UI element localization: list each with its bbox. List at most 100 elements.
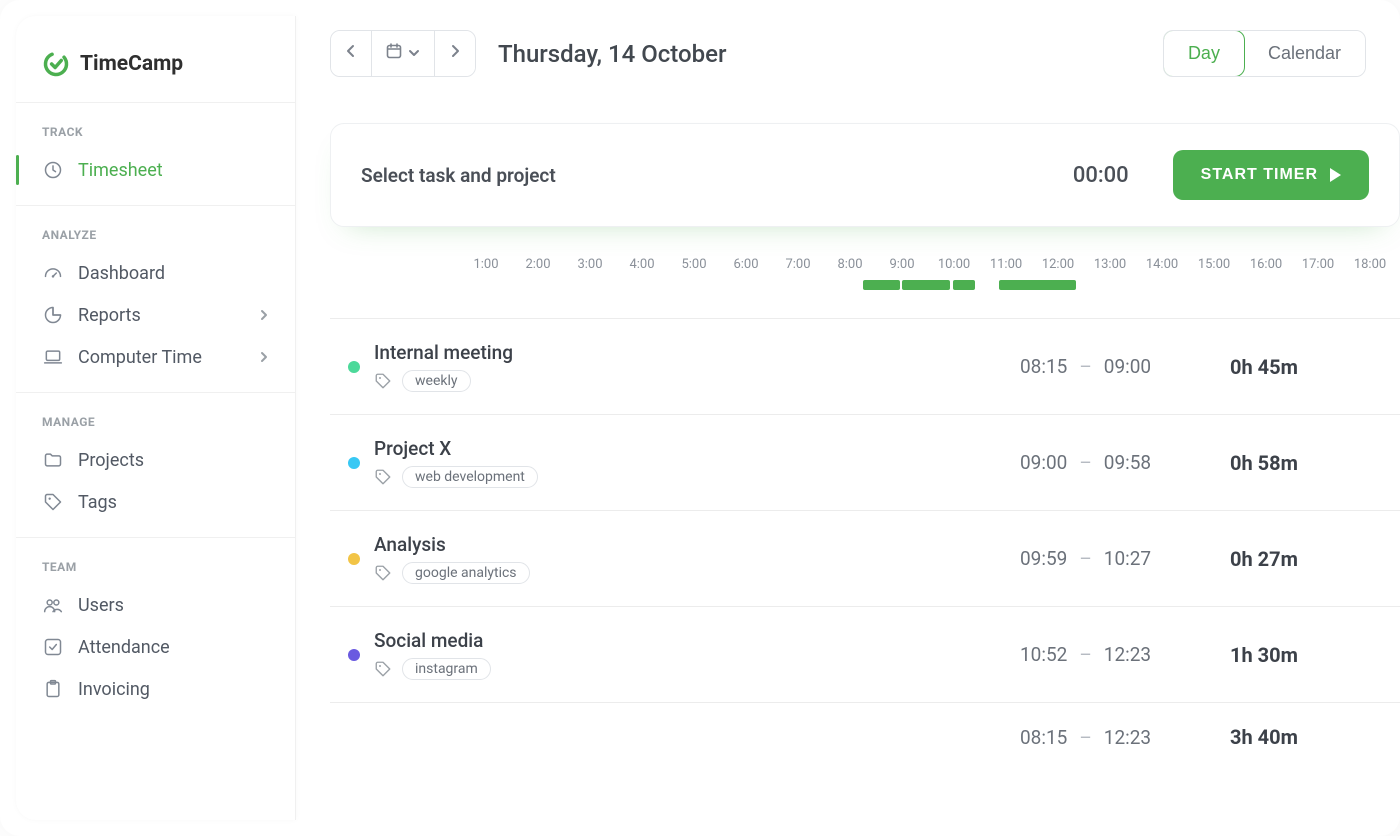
logo[interactable]: TimeCamp xyxy=(42,50,269,78)
entry-main: Social mediainstagram xyxy=(374,629,1020,680)
sidebar: TimeCamp TRACK Timesheet ANALYZE Dashboard R… xyxy=(16,16,296,820)
total-end: 12:23 xyxy=(1104,726,1151,749)
entry-main: Internal meetingweekly xyxy=(374,341,1020,392)
sidebar-item-computer-time[interactable]: Computer Time xyxy=(16,336,295,378)
time-entry-row[interactable]: Internal meetingweekly08:15–09:000h 45m xyxy=(330,319,1400,415)
dash: – xyxy=(1079,643,1091,666)
timeline-hour-label: 9:00 xyxy=(876,257,928,272)
timeline-hour-label: 12:00 xyxy=(1032,257,1084,272)
timeline-hour-label: 2:00 xyxy=(512,257,564,272)
timeline-hour-label: 14:00 xyxy=(1136,257,1188,272)
tag-chip[interactable]: google analytics xyxy=(402,562,530,584)
sidebar-item-label: Tags xyxy=(78,492,117,513)
timeline-hour-label: 15:00 xyxy=(1188,257,1240,272)
sidebar-item-label: Timesheet xyxy=(78,160,163,181)
sidebar-item-invoicing[interactable]: Invoicing xyxy=(16,668,295,710)
dash: – xyxy=(1079,547,1091,570)
entry-tags: instagram xyxy=(374,658,1020,680)
timeline: 1:002:003:004:005:006:007:008:009:0010:0… xyxy=(330,257,1400,294)
sidebar-item-tags[interactable]: Tags xyxy=(16,481,295,523)
entry-times: 10:52–12:23 xyxy=(1020,643,1230,666)
entry-tags: web development xyxy=(374,466,1020,488)
clipboard-icon xyxy=(42,678,64,700)
entry-main: Project X web development xyxy=(374,437,1020,488)
timer-elapsed: 00:00 xyxy=(1073,163,1129,188)
entry-tags: weekly xyxy=(374,370,1020,392)
timeline-hour-label: 16:00 xyxy=(1240,257,1292,272)
timeline-hours: 1:002:003:004:005:006:007:008:009:0010:0… xyxy=(330,257,1400,272)
timeline-block[interactable] xyxy=(953,280,975,290)
timeline-hour-label: 18:00 xyxy=(1344,257,1396,272)
entry-duration: 0h 45m xyxy=(1230,355,1360,379)
timeline-hour-label: 4:00 xyxy=(616,257,668,272)
logo-icon xyxy=(42,50,70,78)
prev-day-button[interactable] xyxy=(331,31,371,76)
sidebar-item-users[interactable]: Users xyxy=(16,584,295,626)
sidebar-item-label: Projects xyxy=(78,450,144,471)
dash: – xyxy=(1079,726,1091,749)
sidebar-item-attendance[interactable]: Attendance xyxy=(16,626,295,668)
tag-icon xyxy=(374,372,392,390)
view-calendar-button[interactable]: Calendar xyxy=(1244,31,1365,76)
sidebar-item-label: Attendance xyxy=(78,637,170,658)
dash: – xyxy=(1079,451,1091,474)
start-timer-label: START TIMER xyxy=(1201,166,1318,184)
tag-chip[interactable]: weekly xyxy=(402,370,471,392)
timeline-hour-label: 17:00 xyxy=(1292,257,1344,272)
folder-icon xyxy=(42,449,64,471)
entry-duration: 0h 58m xyxy=(1230,451,1360,475)
entry-start: 10:52 xyxy=(1020,643,1067,666)
time-entry-row[interactable]: Project X web development 09:00–09:580h 58… xyxy=(330,415,1400,511)
gauge-icon xyxy=(42,262,64,284)
entry-times: 08:15–09:00 xyxy=(1020,355,1230,378)
pie-icon xyxy=(42,304,64,326)
time-entry-row[interactable]: Analysisgoogle analytics09:59–10:270h 27… xyxy=(330,511,1400,607)
topbar: Thursday, 14 October Day Calendar xyxy=(330,30,1400,77)
chevron-down-icon xyxy=(408,45,420,63)
entry-end: 09:00 xyxy=(1104,355,1151,378)
section-heading: TRACK xyxy=(16,103,295,149)
total-start: 08:15 xyxy=(1020,726,1067,749)
clock-icon xyxy=(42,159,64,181)
checkbox-icon xyxy=(42,636,64,658)
time-entry-row[interactable]: Social mediainstagram10:52–12:231h 30m xyxy=(330,607,1400,703)
sidebar-item-timesheet[interactable]: Timesheet xyxy=(16,149,295,191)
total-duration: 3h 40m xyxy=(1230,725,1360,749)
nav-group: TRACK Timesheet xyxy=(16,103,295,206)
sidebar-item-label: Invoicing xyxy=(78,679,150,700)
timeline-block[interactable] xyxy=(863,280,900,290)
timeline-block[interactable] xyxy=(999,280,1076,290)
chevron-right-icon xyxy=(449,44,461,63)
sidebar-item-reports[interactable]: Reports xyxy=(16,294,295,336)
section-heading: ANALYZE xyxy=(16,206,295,252)
tag-icon xyxy=(374,468,392,486)
timeline-hour-label: 19:0 xyxy=(1396,257,1400,272)
entry-end: 10:27 xyxy=(1104,547,1151,570)
tag-chip[interactable]: web development xyxy=(402,466,538,488)
timeline-hour-label: 6:00 xyxy=(720,257,772,272)
sidebar-item-label: Users xyxy=(78,595,124,616)
entry-times: 09:00–09:58 xyxy=(1020,451,1230,474)
sidebar-item-projects[interactable]: Projects xyxy=(16,439,295,481)
tag-chip[interactable]: instagram xyxy=(402,658,491,680)
date-navigator xyxy=(330,30,476,77)
timeline-hour-label: 10:00 xyxy=(928,257,980,272)
view-day-button[interactable]: Day xyxy=(1163,30,1245,77)
sidebar-item-dashboard[interactable]: Dashboard xyxy=(16,252,295,294)
timeline-hour-label: 11:00 xyxy=(980,257,1032,272)
next-day-button[interactable] xyxy=(435,31,475,76)
entry-color-dot xyxy=(348,553,360,565)
timeline-hour-label: 13:00 xyxy=(1084,257,1136,272)
entry-duration: 1h 30m xyxy=(1230,643,1360,667)
nav-group: TEAMUsersAttendanceInvoicing xyxy=(16,538,295,724)
laptop-icon xyxy=(42,346,64,368)
entry-title: Project X xyxy=(374,437,1020,460)
entry-end: 09:58 xyxy=(1104,451,1151,474)
nav-group: ANALYZE Dashboard ReportsComputer Time xyxy=(16,206,295,393)
date-picker-button[interactable] xyxy=(371,31,435,76)
start-timer-button[interactable]: START TIMER xyxy=(1173,150,1369,200)
total-row: 08:15–12:23 3h 40m xyxy=(330,703,1400,771)
task-select-placeholder[interactable]: Select task and project xyxy=(361,164,1049,187)
timeline-block[interactable] xyxy=(902,280,950,290)
sidebar-item-label: Dashboard xyxy=(78,263,165,284)
